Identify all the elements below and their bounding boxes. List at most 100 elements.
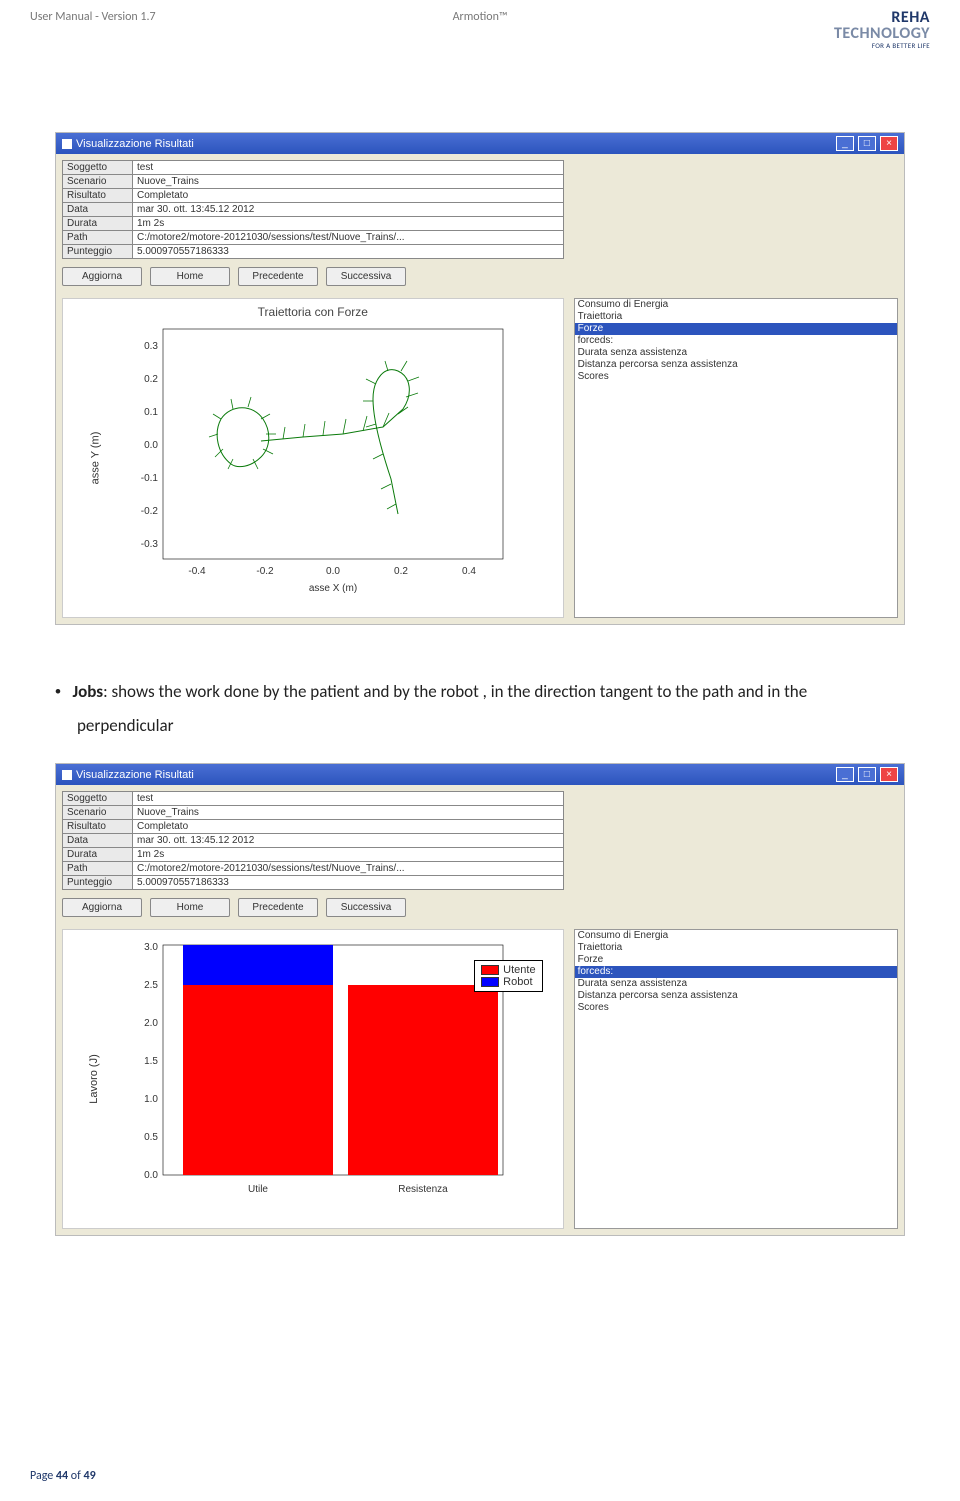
svg-text:-0.2: -0.2 bbox=[141, 506, 159, 517]
svg-text:0.0: 0.0 bbox=[326, 566, 340, 577]
close-button[interactable]: × bbox=[880, 136, 898, 151]
maximize-button[interactable]: □ bbox=[858, 136, 876, 151]
logo-tagline: FOR A BETTER LIFE bbox=[834, 42, 930, 49]
previous-button[interactable]: Precedente bbox=[238, 898, 318, 917]
list-item[interactable]: Distanza percorsa senza assistenza bbox=[575, 359, 897, 371]
previous-button[interactable]: Precedente bbox=[238, 267, 318, 286]
y-axis-label: asse Y (m) bbox=[89, 432, 101, 485]
window-controls: _ □ × bbox=[835, 767, 898, 782]
page-header: User Manual - Version 1.7 Armotion™ REHA… bbox=[0, 0, 960, 52]
info-label: Punteggio bbox=[63, 245, 133, 259]
close-button[interactable]: × bbox=[880, 767, 898, 782]
header-logo: REHA TECHNOLOGY FOR A BETTER LIFE bbox=[630, 10, 930, 52]
info-value: Completato bbox=[133, 820, 564, 834]
info-value: 1m 2s bbox=[133, 848, 564, 862]
plot-title: Traiettoria con Forze bbox=[63, 299, 563, 319]
info-label: Path bbox=[63, 862, 133, 876]
svg-text:0.0: 0.0 bbox=[144, 440, 158, 451]
table-row: ScenarioNuove_Trains bbox=[63, 806, 564, 820]
list-item[interactable]: Scores bbox=[575, 371, 897, 383]
page-content: Visualizzazione Risultati _ □ × Soggetto… bbox=[0, 52, 960, 1236]
svg-text:1.5: 1.5 bbox=[144, 1056, 158, 1067]
window-controls: _ □ × bbox=[835, 136, 898, 151]
jobs-description: • Jobs: shows the work done by the patie… bbox=[55, 665, 905, 763]
info-value: C:/motore2/motore-20121030/sessions/test… bbox=[133, 862, 564, 876]
list-item[interactable]: Traiettoria bbox=[575, 311, 897, 323]
info-value: mar 30. ott. 13:45.12 2012 bbox=[133, 203, 564, 217]
info-label: Soggetto bbox=[63, 792, 133, 806]
window-title: Visualizzazione Risultati bbox=[76, 769, 194, 781]
header-left-text: User Manual - Version 1.7 bbox=[30, 10, 330, 24]
metric-list[interactable]: Consumo di Energia Traiettoria Forze for… bbox=[574, 298, 898, 618]
list-item-selected[interactable]: Forze bbox=[575, 323, 897, 335]
info-value: Nuove_Trains bbox=[133, 806, 564, 820]
footer-page-current: 44 bbox=[56, 1469, 68, 1483]
table-row: Datamar 30. ott. 13:45.12 2012 bbox=[63, 203, 564, 217]
list-item[interactable]: Consumo di Energia bbox=[575, 930, 897, 942]
footer-mid: of bbox=[68, 1469, 83, 1483]
table-row: PathC:/motore2/motore-20121030/sessions/… bbox=[63, 862, 564, 876]
svg-text:-0.2: -0.2 bbox=[256, 566, 274, 577]
info-value: Completato bbox=[133, 189, 564, 203]
info-label: Data bbox=[63, 834, 133, 848]
legend-label-robot: Robot bbox=[503, 976, 532, 988]
info-value: test bbox=[133, 161, 564, 175]
window-icon bbox=[62, 770, 72, 780]
x-cat-1: Resistenza bbox=[398, 1184, 448, 1195]
button-row: Aggiorna Home Precedente Successiva bbox=[62, 898, 898, 917]
home-button[interactable]: Home bbox=[150, 898, 230, 917]
refresh-button[interactable]: Aggiorna bbox=[62, 267, 142, 286]
info-label: Risultato bbox=[63, 820, 133, 834]
list-item[interactable]: Traiettoria bbox=[575, 942, 897, 954]
trajectory-plot: Traiettoria con Forze asse Y (m) 0.3 0.2 0… bbox=[62, 298, 564, 618]
bullet-icon: • bbox=[55, 682, 61, 701]
metric-list[interactable]: Consumo di Energia Traiettoria Forze for… bbox=[574, 929, 898, 1229]
window-title: Visualizzazione Risultati bbox=[76, 138, 194, 150]
info-label: Punteggio bbox=[63, 876, 133, 890]
list-item[interactable]: Consumo di Energia bbox=[575, 299, 897, 311]
svg-text:-0.1: -0.1 bbox=[141, 473, 159, 484]
list-item[interactable]: Scores bbox=[575, 1002, 897, 1014]
window-titlebar: Visualizzazione Risultati _ □ × bbox=[56, 764, 904, 785]
svg-text:3.0: 3.0 bbox=[144, 942, 158, 953]
table-row: Punteggio5.000970557186333 bbox=[63, 876, 564, 890]
next-button[interactable]: Successiva bbox=[326, 267, 406, 286]
table-row: ScenarioNuove_Trains bbox=[63, 175, 564, 189]
table-row: Soggettotest bbox=[63, 161, 564, 175]
svg-text:0.3: 0.3 bbox=[144, 341, 158, 352]
window-icon bbox=[62, 139, 72, 149]
svg-text:0.0: 0.0 bbox=[144, 1170, 158, 1181]
info-value: 1m 2s bbox=[133, 217, 564, 231]
session-info-table: Soggettotest ScenarioNuove_Trains Risult… bbox=[62, 791, 564, 890]
refresh-button[interactable]: Aggiorna bbox=[62, 898, 142, 917]
list-item[interactable]: Durata senza assistenza bbox=[575, 347, 897, 359]
results-window-screenshot-1: Visualizzazione Risultati _ □ × Soggetto… bbox=[55, 132, 905, 625]
table-row: Soggettotest bbox=[63, 792, 564, 806]
legend-swatch-user bbox=[481, 965, 499, 975]
legend-swatch-robot bbox=[481, 977, 499, 987]
info-label: Scenario bbox=[63, 806, 133, 820]
next-button[interactable]: Successiva bbox=[326, 898, 406, 917]
y-axis-label: Lavoro (J) bbox=[88, 1054, 100, 1104]
list-item[interactable]: forceds: bbox=[575, 335, 897, 347]
footer-prefix: Page bbox=[30, 1469, 56, 1483]
minimize-button[interactable]: _ bbox=[836, 136, 854, 151]
svg-text:0.5: 0.5 bbox=[144, 1132, 158, 1143]
svg-text:0.2: 0.2 bbox=[144, 374, 158, 385]
list-item[interactable]: Distanza percorsa senza assistenza bbox=[575, 990, 897, 1002]
svg-text:0.1: 0.1 bbox=[144, 407, 158, 418]
list-item[interactable]: Durata senza assistenza bbox=[575, 978, 897, 990]
info-label: Durata bbox=[63, 217, 133, 231]
svg-text:1.0: 1.0 bbox=[144, 1094, 158, 1105]
x-cat-0: Utile bbox=[248, 1184, 268, 1195]
table-row: PathC:/motore2/motore-20121030/sessions/… bbox=[63, 231, 564, 245]
window-titlebar: Visualizzazione Risultati _ □ × bbox=[56, 133, 904, 154]
table-row: Punteggio5.000970557186333 bbox=[63, 245, 564, 259]
list-item-selected[interactable]: forceds: bbox=[575, 966, 897, 978]
list-item[interactable]: Forze bbox=[575, 954, 897, 966]
home-button[interactable]: Home bbox=[150, 267, 230, 286]
minimize-button[interactable]: _ bbox=[836, 767, 854, 782]
svg-text:2.5: 2.5 bbox=[144, 980, 158, 991]
info-value: 5.000970557186333 bbox=[133, 245, 564, 259]
maximize-button[interactable]: □ bbox=[858, 767, 876, 782]
